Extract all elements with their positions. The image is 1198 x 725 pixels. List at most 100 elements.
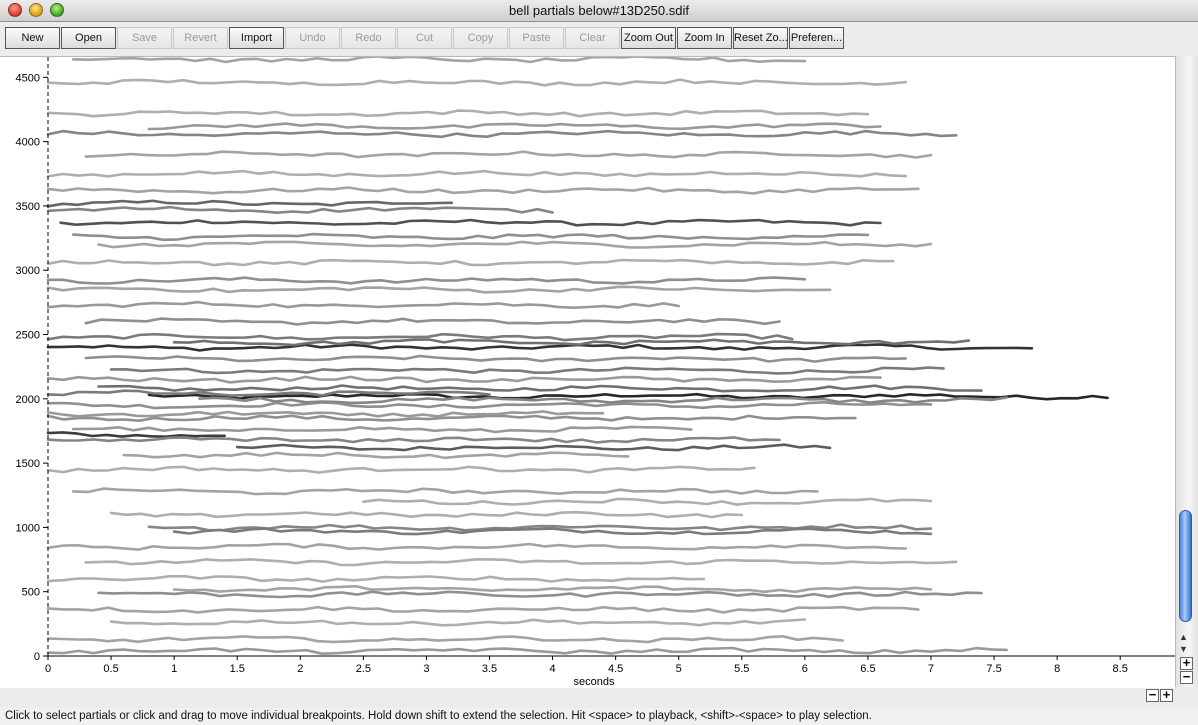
partial-track[interactable] [46, 300, 681, 309]
partial-track[interactable] [46, 258, 895, 267]
import-button[interactable]: Import [229, 27, 284, 49]
y-tick-label: 0 [34, 651, 40, 663]
x-tick-label: 2.5 [356, 663, 371, 675]
partial-track[interactable] [46, 205, 554, 214]
y-tick-label: 3000 [16, 265, 40, 277]
x-tick-label: 6.5 [860, 663, 875, 675]
partials-plot-panel[interactable]: 0 500 1000 1500 2000 2500 3000 3500 4000 4500 0 0.5… [0, 56, 1175, 688]
revert-button[interactable]: Revert [173, 27, 228, 49]
partial-track[interactable] [97, 240, 933, 249]
partial-track[interactable] [46, 199, 454, 208]
partial-track[interactable] [198, 396, 1009, 405]
partial-track[interactable] [97, 590, 983, 599]
y-tick-label: 3500 [16, 201, 40, 213]
scroll-down-arrow-icon[interactable]: ▼ [1179, 644, 1188, 654]
open-button[interactable]: Open [61, 27, 116, 49]
partial-track[interactable] [46, 78, 908, 87]
partial-track[interactable] [46, 285, 832, 294]
partial-track[interactable] [46, 400, 933, 410]
partial-track[interactable] [71, 57, 807, 64]
redo-button[interactable]: Redo [341, 27, 396, 49]
partial-track[interactable] [46, 186, 920, 195]
partial-track[interactable] [235, 443, 832, 452]
title-bar: bell partials below#13D250.sdif [0, 0, 1198, 22]
partials-plot[interactable]: 0 500 1000 1500 2000 2500 3000 3500 4000 4500 0 0.5… [0, 57, 1175, 688]
window-title: bell partials below#13D250.sdif [509, 3, 689, 18]
partial-track[interactable] [46, 109, 870, 118]
partial-track[interactable] [109, 618, 807, 627]
save-button[interactable]: Save [117, 27, 172, 49]
paste-button[interactable]: Paste [509, 27, 564, 49]
partial-track[interactable] [46, 169, 908, 178]
partial-track[interactable] [46, 436, 781, 444]
x-tick-label: 2 [297, 663, 303, 675]
partial-track[interactable] [84, 354, 908, 363]
partial-track[interactable] [46, 542, 908, 551]
x-tick-label: 0 [45, 663, 51, 675]
partial-track[interactable] [46, 634, 845, 644]
x-tick-label: 4 [550, 663, 556, 675]
vertical-zoom-out-button[interactable]: − [1180, 670, 1193, 684]
status-bar: Click to select partials or click and dr… [0, 708, 1198, 725]
partial-track[interactable] [172, 584, 933, 594]
partial-track[interactable] [46, 276, 807, 285]
toolbar: New Open Save Revert Import Undo Redo Cut Copy Pa… [0, 22, 1198, 54]
partial-track[interactable] [46, 375, 882, 384]
zoom-out-button[interactable]: Zoom Out [621, 27, 676, 49]
horizontal-zoom-out-button[interactable]: − [1146, 688, 1159, 702]
reset-zo-button[interactable]: Reset Zo... [733, 27, 788, 49]
x-tick-label: 0.5 [103, 663, 118, 675]
partial-track[interactable] [172, 527, 933, 536]
zoom-in-button[interactable]: Zoom In [677, 27, 732, 49]
partial-track[interactable] [362, 497, 933, 506]
partial-track[interactable] [109, 366, 945, 375]
x-tick-label: 3.5 [482, 663, 497, 675]
y-tick-label: 1500 [16, 458, 40, 470]
partial-track[interactable] [71, 425, 693, 434]
partial-track[interactable] [71, 487, 819, 496]
partial-track[interactable] [147, 122, 882, 131]
undo-button[interactable]: Undo [285, 27, 340, 49]
partial-track[interactable] [59, 218, 882, 227]
y-tick-label: 1000 [16, 522, 40, 534]
y-tick-label: 2500 [16, 330, 40, 342]
copy-button[interactable]: Copy [453, 27, 508, 49]
partial-track[interactable] [46, 343, 1034, 352]
x-tick-label: 5.5 [734, 663, 749, 675]
partial-track[interactable] [84, 150, 933, 159]
x-axis-label: seconds [574, 676, 615, 688]
partial-track[interactable] [46, 574, 706, 583]
partial-track[interactable] [84, 557, 958, 567]
partial-track[interactable] [46, 646, 1009, 656]
x-tick-label: 3 [423, 663, 429, 675]
partial-track[interactable] [46, 129, 958, 139]
preferen-button[interactable]: Preferen... [789, 27, 844, 49]
partial-track[interactable] [84, 317, 781, 326]
clear-button[interactable]: Clear [565, 27, 620, 49]
partial-track[interactable] [46, 605, 920, 614]
partial-track[interactable] [122, 451, 630, 460]
scroll-up-arrow-icon[interactable]: ▲ [1179, 632, 1188, 642]
partial-track[interactable] [46, 465, 756, 474]
partial-track[interactable] [71, 232, 870, 242]
x-tick-label: 5 [676, 663, 682, 675]
vertical-scroll-thumb[interactable] [1179, 510, 1192, 622]
partials-group[interactable] [46, 57, 1109, 656]
partial-track[interactable] [109, 510, 744, 519]
horizontal-zoom-in-button[interactable]: + [1160, 688, 1173, 702]
partial-track[interactable] [46, 431, 226, 439]
y-tick-label: 2000 [16, 394, 40, 406]
partial-track[interactable] [97, 384, 983, 393]
x-tick-label: 1 [171, 663, 177, 675]
x-tick-label: 6 [802, 663, 808, 675]
y-tick-label: 500 [22, 587, 40, 599]
y-tick-label: 4500 [16, 72, 40, 84]
x-tick-label: 7 [928, 663, 934, 675]
y-tick-label: 4000 [16, 137, 40, 149]
vertical-scrollbar[interactable]: ▲ ▼ + − [1175, 56, 1198, 687]
new-button[interactable]: New [5, 27, 60, 49]
cut-button[interactable]: Cut [397, 27, 452, 49]
x-tick-label: 7.5 [986, 663, 1001, 675]
x-tick-label: 4.5 [608, 663, 623, 675]
partial-track[interactable] [46, 414, 857, 423]
